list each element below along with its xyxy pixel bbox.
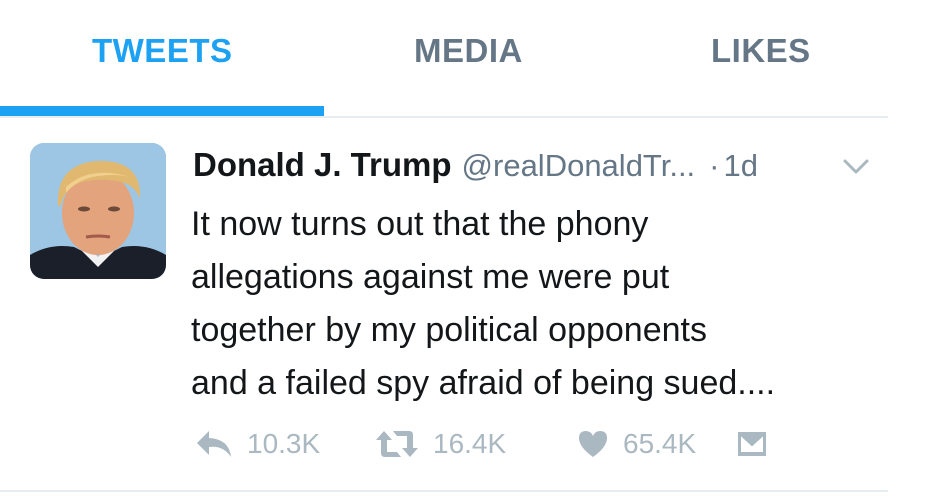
profile-timeline: TWEETS MEDIA LIKES Donald J. Trump @real… <box>0 0 947 500</box>
tweet[interactable]: Donald J. Trump @realDonaldTr... · 1d It no… <box>0 118 888 490</box>
envelope-icon <box>738 432 766 456</box>
chevron-down-icon[interactable] <box>843 158 869 176</box>
tab-tweets[interactable]: TWEETS <box>92 32 233 70</box>
header-separator: · <box>709 148 720 183</box>
tweet-divider <box>0 490 888 492</box>
tweet-text-line: It now turns out that the phony <box>191 205 649 243</box>
tweet-timestamp[interactable]: 1d <box>724 148 758 183</box>
tab-media[interactable]: MEDIA <box>414 32 523 70</box>
heart-icon <box>579 431 607 457</box>
author-name[interactable]: Donald J. Trump <box>193 146 452 183</box>
retweet-count: 16.4K <box>433 428 507 459</box>
reply-icon <box>197 431 231 457</box>
profile-tabs: TWEETS MEDIA LIKES <box>0 0 888 118</box>
tweet-text-line: together by my political opponents <box>191 311 707 349</box>
retweet-icon <box>376 431 418 457</box>
avatar-image <box>30 143 166 279</box>
avatar[interactable] <box>30 143 166 279</box>
tab-likes[interactable]: LIKES <box>711 32 811 70</box>
retweet-button[interactable]: 16.4K <box>375 424 506 464</box>
active-tab-indicator <box>0 106 324 116</box>
tweet-text-line: allegations against me were put <box>191 258 670 296</box>
tweet-header: Donald J. Trump @realDonaldTr... · 1d <box>193 146 758 190</box>
like-count: 65.4K <box>623 428 697 459</box>
tweet-text: It now turns out that the phony allegati… <box>191 198 881 410</box>
reply-button[interactable]: 10.3K <box>195 424 320 464</box>
author-handle[interactable]: @realDonaldTr... <box>462 148 696 183</box>
direct-message-button[interactable] <box>737 424 767 464</box>
reply-count: 10.3K <box>247 428 321 459</box>
tweet-text-line: and a failed spy afraid of being sued...… <box>191 364 776 402</box>
like-button[interactable]: 65.4K <box>577 424 696 464</box>
